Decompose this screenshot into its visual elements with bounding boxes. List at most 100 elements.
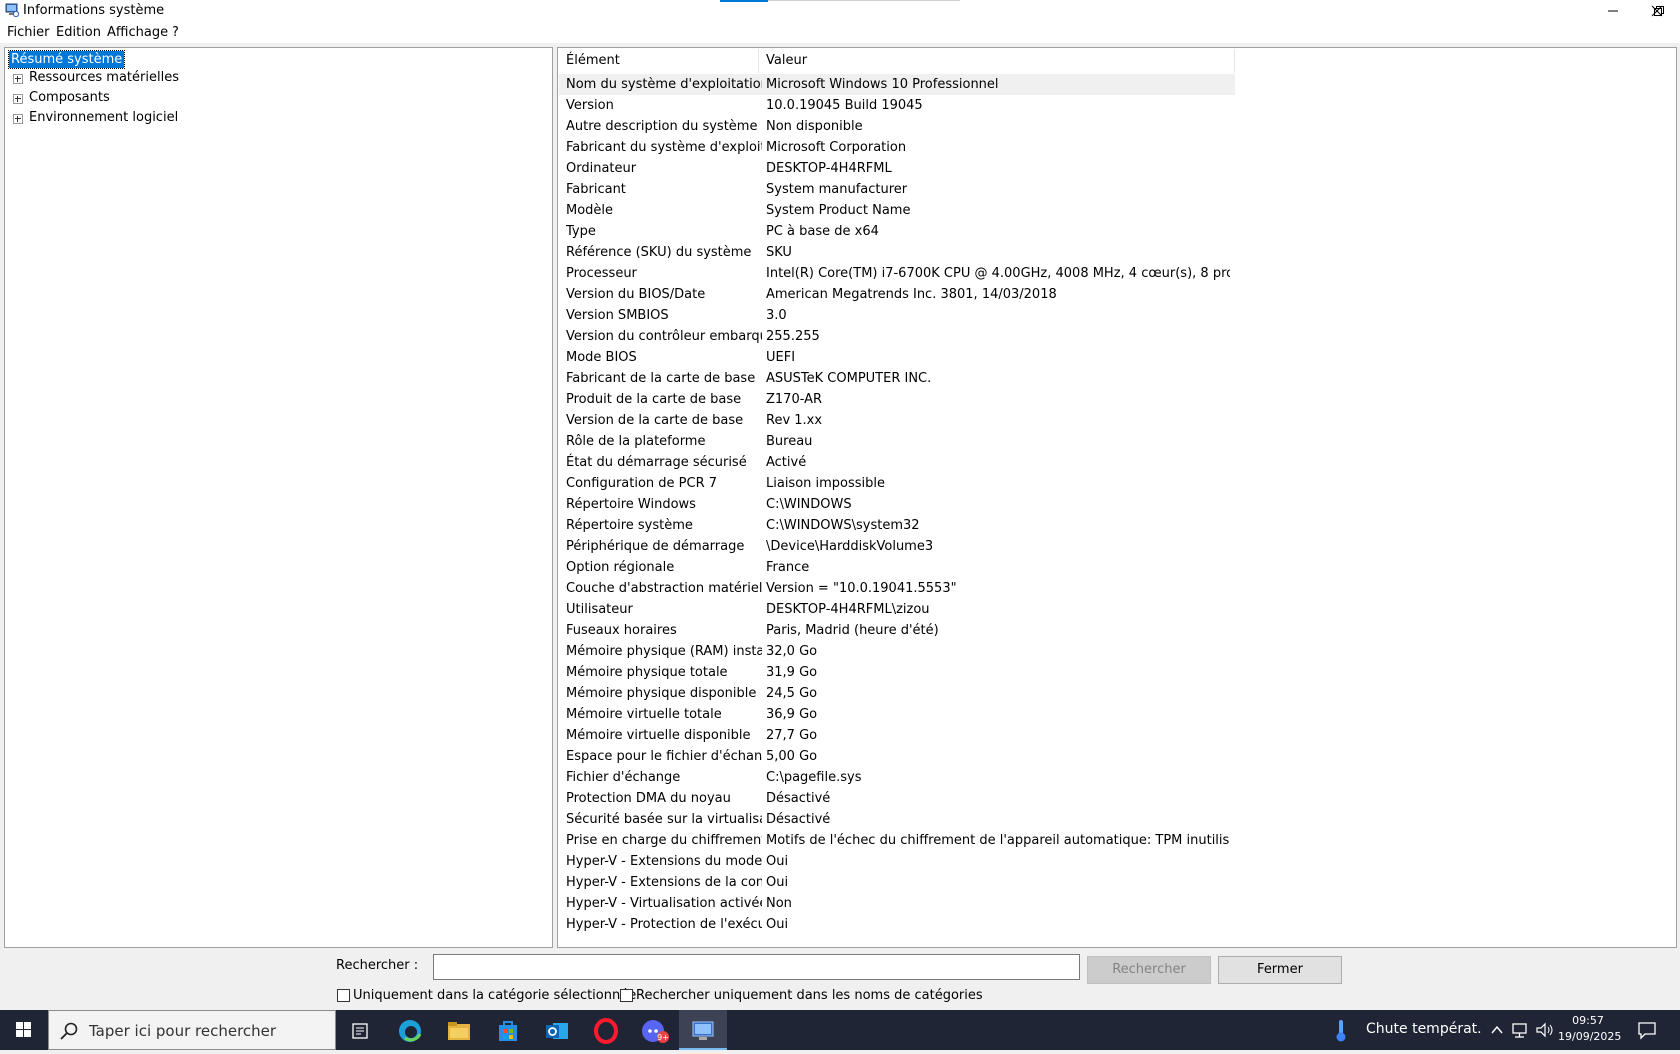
network-icon[interactable] (1511, 1021, 1529, 1039)
table-row[interactable]: Fabricant du système d'exploit... Microso… (559, 137, 1235, 158)
cell-value: Motifs de l'échec du chiffrement de l'ap… (766, 833, 1230, 848)
table-row[interactable]: Option régionale France (559, 557, 1235, 578)
table-row[interactable]: Périphérique de démarrage \Device\Harddis… (559, 536, 1235, 557)
cell-value: American Megatrends Inc. 3801, 14/03/201… (766, 287, 1057, 302)
search-button[interactable]: Rechercher (1087, 956, 1211, 984)
cell-value: 10.0.19045 Build 19045 (766, 98, 923, 113)
taskbar: Taper ici pour rechercher 9+ Chute tempé… (0, 1010, 1680, 1050)
table-row[interactable]: Type PC à base de x64 (559, 221, 1235, 242)
discord-badge: 9+ (657, 1033, 669, 1042)
table-row[interactable]: Processeur Intel(R) Core(TM) i7-6700K CPU… (559, 263, 1235, 284)
close-dialog-button[interactable]: Fermer (1218, 956, 1342, 984)
store-button[interactable] (484, 1015, 532, 1047)
search-input[interactable] (433, 954, 1080, 980)
chevron-up-icon[interactable] (1490, 1023, 1504, 1037)
cell-element: Fabricant de la carte de base (566, 371, 756, 386)
column-header-valeur[interactable]: Valeur (759, 49, 1235, 73)
table-row[interactable]: Configuration de PCR 7 Liaison impossible (559, 473, 1235, 494)
column-header-element[interactable]: Élément (559, 49, 759, 73)
table-row[interactable]: Couche d'abstraction matérielle Version =… (559, 578, 1235, 599)
details-list[interactable]: Élément Valeur Nom du système d'exploita… (557, 47, 1677, 948)
file-explorer-button[interactable] (435, 1015, 483, 1047)
table-row[interactable]: Produit de la carte de base Z170-AR (559, 389, 1235, 410)
table-row[interactable]: Nom du système d'exploitation Microsoft W… (559, 74, 1235, 95)
table-row[interactable]: Ordinateur DESKTOP-4H4RFML (559, 158, 1235, 179)
table-row[interactable]: Répertoire Windows C:\WINDOWS (559, 494, 1235, 515)
table-row[interactable]: Autre description du système d... Non dis… (559, 116, 1235, 137)
task-view-button[interactable] (336, 1015, 384, 1047)
table-row[interactable]: Mémoire physique totale 31,9 Go (559, 662, 1235, 683)
table-row[interactable]: Fichier d'échange C:\pagefile.sys (559, 767, 1235, 788)
menu-edition[interactable]: Edition (56, 25, 101, 40)
expand-icon[interactable] (13, 74, 23, 84)
table-row[interactable]: Hyper-V - Extensions de la con... Oui (559, 872, 1235, 893)
table-row[interactable]: Référence (SKU) du système SKU (559, 242, 1235, 263)
outlook-icon (546, 1023, 568, 1039)
table-row[interactable]: Hyper-V - Protection de l'exécu... Oui (559, 914, 1235, 935)
table-row[interactable]: Version de la carte de base Rev 1.xx (559, 410, 1235, 431)
edge-button[interactable] (386, 1015, 434, 1047)
table-row[interactable]: Espace pour le fichier d'échange 5,00 Go (559, 746, 1235, 767)
start-button[interactable] (0, 1010, 48, 1050)
volume-icon[interactable] (1535, 1021, 1555, 1039)
table-row[interactable]: Utilisateur DESKTOP-4H4RFML\zizou (559, 599, 1235, 620)
cell-value: Non disponible (766, 119, 863, 134)
details-rows: Nom du système d'exploitation Microsoft W… (559, 74, 1235, 935)
cell-value: 5,00 Go (766, 749, 818, 764)
opera-button[interactable] (582, 1015, 630, 1047)
cell-element: Hyper-V - Extensions du mode ... (566, 854, 762, 869)
discord-button[interactable]: 9+ (631, 1015, 679, 1047)
cell-element: Utilisateur (566, 602, 633, 617)
close-button[interactable] (1634, 0, 1680, 22)
table-row[interactable]: Rôle de la plateforme Bureau (559, 431, 1235, 452)
table-row[interactable]: Modèle System Product Name (559, 200, 1235, 221)
table-row[interactable]: Sécurité basée sur la virtualisati... Dés… (559, 809, 1235, 830)
cell-value: Désactivé (766, 791, 831, 806)
table-row[interactable]: Version 10.0.19045 Build 19045 (559, 95, 1235, 116)
table-row[interactable]: Fabricant System manufacturer (559, 179, 1235, 200)
table-row[interactable]: Protection DMA du noyau Désactivé (559, 788, 1235, 809)
menu-affichage[interactable]: Affichage (107, 25, 168, 40)
checkbox-box[interactable] (337, 989, 350, 1002)
discord-icon: 9+ (642, 1020, 669, 1043)
menu-fichier[interactable]: Fichier (7, 25, 50, 40)
cell-element: Modèle (566, 203, 614, 218)
cell-element: Mémoire virtuelle disponible (566, 728, 751, 743)
table-row[interactable]: Fabricant de la carte de base ASUSTeK COM… (559, 368, 1235, 389)
table-row[interactable]: Mémoire physique disponible 24,5 Go (559, 683, 1235, 704)
clock[interactable]: 09:57 19/09/2025 (1558, 1013, 1622, 1045)
cell-element: Configuration de PCR 7 (566, 476, 718, 491)
table-row[interactable]: Version du BIOS/Date American Megatrends … (559, 284, 1235, 305)
outlook-button[interactable] (533, 1015, 581, 1047)
table-row[interactable]: Mémoire virtuelle disponible 27,7 Go (559, 725, 1235, 746)
table-row[interactable]: Fuseaux horaires Paris, Madrid (heure d'é… (559, 620, 1235, 641)
table-row[interactable]: Hyper-V - Extensions du mode ... Oui (559, 851, 1235, 872)
menu-help[interactable]: ? (172, 25, 179, 40)
category-tree[interactable]: Résumé système Ressources matérielles Co… (4, 47, 553, 948)
cell-value: 3.0 (766, 308, 787, 323)
weather-widget[interactable]: Chute températ. (1366, 1021, 1482, 1037)
table-row[interactable]: Mémoire virtuelle totale 36,9 Go (559, 704, 1235, 725)
opera-icon (594, 1018, 618, 1044)
table-row[interactable]: Répertoire système C:\WINDOWS\system32 (559, 515, 1235, 536)
table-row[interactable]: Mode BIOS UEFI (559, 347, 1235, 368)
tree-item-label: Composants (29, 90, 110, 105)
minimize-button[interactable] (1590, 0, 1636, 22)
notification-center-icon[interactable] (1637, 1020, 1657, 1040)
table-row[interactable]: Version du contrôleur embarqué 255.255 (559, 326, 1235, 347)
table-row[interactable]: État du démarrage sécurisé Activé (559, 452, 1235, 473)
checkbox-box[interactable] (620, 989, 633, 1002)
clock-date: 19/09/2025 (1558, 1030, 1622, 1043)
table-row[interactable]: Version SMBIOS 3.0 (559, 305, 1235, 326)
taskbar-search-box[interactable]: Taper ici pour rechercher (48, 1010, 336, 1050)
cell-element: Option régionale (566, 560, 675, 575)
cell-element: Produit de la carte de base (566, 392, 742, 407)
expand-icon[interactable] (13, 94, 23, 104)
system-info-taskbar-button[interactable] (679, 1015, 727, 1047)
table-row[interactable]: Mémoire physique (RAM) instal... 32,0 Go (559, 641, 1235, 662)
table-row[interactable]: Prise en charge du chiffrement ... Motifs… (559, 830, 1235, 851)
expand-icon[interactable] (13, 114, 23, 124)
table-row[interactable]: Hyper-V - Virtualisation activée... Non (559, 893, 1235, 914)
tree-item-resume-systeme[interactable]: Résumé système (7, 50, 126, 69)
cell-value: Activé (766, 455, 807, 470)
